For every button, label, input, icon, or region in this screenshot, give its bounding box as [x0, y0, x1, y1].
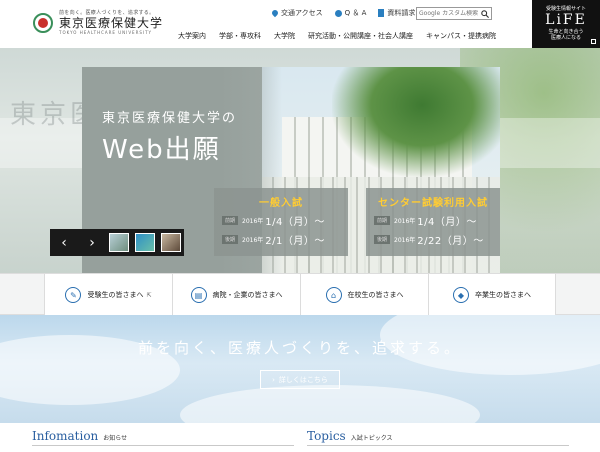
site-logo[interactable]: 前を向く。医療人づくりを、追求する。 東京医療保健大学 TOKYO HEALTH… — [33, 10, 163, 35]
search-input[interactable] — [417, 10, 479, 17]
life-caption: 受験生情報サイト — [545, 6, 586, 12]
graduation-cap-icon: ◆ — [453, 287, 469, 303]
document-icon — [378, 9, 385, 17]
external-link-icon — [591, 39, 596, 44]
slide-thumbnail-1[interactable] — [109, 233, 129, 252]
more-details-button[interactable]: › 詳しくはこちら — [260, 370, 340, 389]
chevron-right-icon: › — [272, 375, 275, 384]
logo-english-name: TOKYO HEALTHCARE UNIVERSITY — [59, 30, 152, 35]
exam-row: 前期 2016年 1/4（月）〜 — [374, 213, 500, 228]
search-button[interactable] — [479, 8, 491, 19]
hospitals-companies-button[interactable]: ▤ 病院・企業の皆さまへ — [172, 274, 300, 316]
nav-about[interactable]: 大学案内 — [178, 31, 206, 41]
exam-row: 後期 2016年 2/1（月）〜 — [222, 232, 348, 247]
cloud — [180, 385, 480, 423]
slogan-band: 前を向く、医療人づくりを、追求する。 › 詳しくはこちら — [0, 315, 600, 423]
slider-controls: ‹ › — [50, 229, 184, 256]
nav-campus[interactable]: キャンパス・提携病院 — [426, 31, 496, 41]
current-students-button[interactable]: ⌂ 在校生の皆さまへ — [300, 274, 428, 316]
pencil-icon: ✎ — [65, 287, 82, 303]
exam-box-center-test: センター試験利用入試 前期 2016年 1/4（月）〜 後期 2016年 2/2… — [366, 188, 500, 256]
information-heading: Infomation お知らせ — [32, 429, 128, 443]
slide-thumbnail-2[interactable] — [135, 233, 155, 252]
search-icon — [481, 9, 489, 18]
document-icon: ▤ — [190, 287, 207, 303]
divider — [32, 445, 294, 446]
alumni-button[interactable]: ◆ 卒業生の皆さまへ — [428, 274, 556, 316]
nav-faculties[interactable]: 学部・専攻科 — [219, 31, 261, 41]
map-pin-icon — [270, 8, 280, 18]
banner-tree — [332, 67, 500, 177]
applicants-button[interactable]: ✎ 受験生の皆さまへ ⇱ — [44, 274, 172, 316]
utility-nav: 交通アクセス Q ＆ A 資料請求 — [270, 8, 427, 18]
external-link-icon: ⇱ — [146, 291, 152, 299]
topics-heading: Topics 入試トピックス — [307, 429, 393, 443]
divider — [307, 445, 569, 446]
audience-nav: ✎ 受験生の皆さまへ ⇱ ▤ 病院・企業の皆さまへ ⌂ 在校生の皆さまへ ◆ 卒… — [0, 273, 600, 316]
site-header: 前を向く。医療人づくりを、追求する。 東京医療保健大学 TOKYO HEALTH… — [0, 0, 600, 50]
nav-research[interactable]: 研究活動・公開講座・社会人講座 — [308, 31, 413, 41]
exam-row: 後期 2016年 2/22（月）〜 — [374, 232, 500, 247]
nav-graduate[interactable]: 大学院 — [274, 31, 295, 41]
hero-slider: 東京医療保健大学 東京医療保健大学の Web出願 一般入試 前期 2016年 1… — [0, 48, 600, 273]
global-nav: 大学案内 学部・専攻科 大学院 研究活動・公開講座・社会人講座 キャンパス・提携… — [178, 31, 509, 41]
slide-thumbnail-3[interactable] — [161, 233, 181, 252]
slogan-message: 前を向く、医療人づくりを、追求する。 — [137, 339, 462, 357]
exam-title: 一般入試 — [259, 198, 303, 209]
life-site-banner[interactable]: 受験生情報サイト LiFE 生命と向き合う 医療人になる — [532, 0, 600, 48]
exam-box-general: 一般入試 前期 2016年 1/4（月）〜 後期 2016年 2/1（月）〜 — [214, 188, 348, 256]
faq-link[interactable]: Q ＆ A — [334, 8, 366, 18]
university-emblem-icon — [33, 12, 53, 33]
life-subline-2: 医療人になる — [550, 35, 581, 41]
site-search — [416, 7, 492, 20]
slider-prev-button[interactable]: ‹ — [50, 229, 78, 256]
banner-title-line1: 東京医療保健大学の — [102, 111, 238, 126]
question-icon — [334, 9, 342, 17]
access-link[interactable]: 交通アクセス — [270, 8, 323, 18]
slider-next-button[interactable]: › — [78, 229, 106, 256]
building-icon: ⌂ — [325, 287, 342, 303]
life-title: LiFE — [545, 12, 587, 28]
exam-row: 前期 2016年 1/4（月）〜 — [222, 213, 348, 228]
logo-name: 東京医療保健大学 — [59, 16, 164, 30]
exam-title: センター試験利用入試 — [378, 198, 488, 209]
request-materials-link[interactable]: 資料請求 — [378, 8, 415, 18]
banner-title-line2: Web出願 — [102, 135, 221, 165]
